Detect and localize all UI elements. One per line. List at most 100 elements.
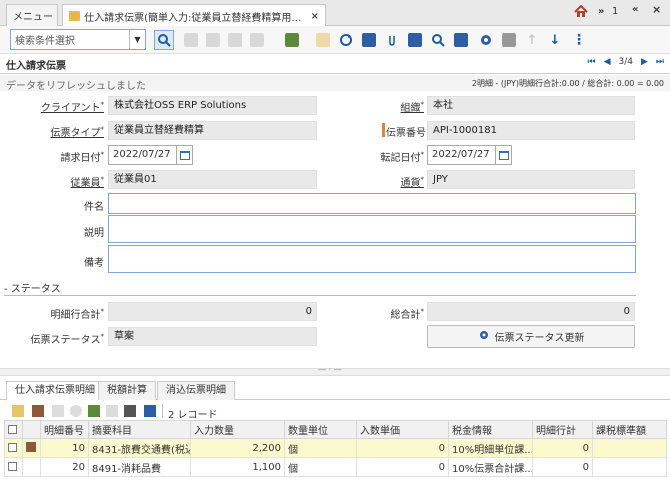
toolbar-divider xyxy=(162,404,163,418)
tab-invoice[interactable]: 仕入請求伝票(簡単入力:従業員立替経費精算用): AP... × xyxy=(62,4,326,27)
delete-icon[interactable] xyxy=(283,31,301,49)
splitter-handle[interactable]: — · — xyxy=(0,365,670,376)
cell-tax-base xyxy=(592,438,667,458)
customize-icon[interactable] xyxy=(124,405,136,417)
grid-toggle-icon[interactable] xyxy=(360,31,378,49)
arrow-up-icon[interactable]: ↑ xyxy=(523,31,541,49)
col-price[interactable]: 入数単価 xyxy=(356,420,449,439)
search-icon[interactable] xyxy=(154,30,174,50)
cell-tax: 10%伝票合計課... xyxy=(448,457,533,477)
search-combo[interactable]: 検索条件選択 ▼ xyxy=(10,29,146,50)
table-row[interactable]: 20 8491-消耗品費 1,100 個 0 10%伝票合計課... 0 xyxy=(4,457,667,477)
chevron-double-up-icon[interactable]: « xyxy=(632,4,638,15)
record-position: 3/4 xyxy=(618,57,633,67)
tab-count: 1 xyxy=(612,6,619,17)
home-icon[interactable] xyxy=(574,4,588,21)
save-line-icon[interactable] xyxy=(52,405,64,417)
col-item[interactable]: 摘要科目 xyxy=(88,420,191,439)
grid-view-icon[interactable] xyxy=(144,405,156,417)
org-label[interactable]: 組織* xyxy=(366,99,425,114)
employee-label[interactable]: 従業員* xyxy=(30,174,105,189)
col-tax[interactable]: 税金情報 xyxy=(448,420,533,439)
detail-toolbar: 2 レコード xyxy=(0,402,670,421)
subject-field[interactable] xyxy=(108,193,636,214)
detail-tab-bar: 仕入請求伝票明細 税額計算 消込伝票明細 xyxy=(0,378,670,401)
window-close-icon[interactable]: × xyxy=(652,3,661,16)
doctype-field[interactable]: 従業員立替経費精算 xyxy=(108,121,317,140)
currency-label[interactable]: 通貨* xyxy=(366,174,425,189)
select-all-checkbox[interactable] xyxy=(4,420,23,439)
col-tax-base[interactable]: 課税標準額 xyxy=(592,420,667,439)
calendar-icon[interactable] xyxy=(176,146,192,164)
org-field[interactable]: 本社 xyxy=(427,96,635,115)
copy-line-icon[interactable] xyxy=(106,405,118,417)
edit-line-icon[interactable] xyxy=(32,405,44,417)
col-line-total[interactable]: 明細行計 xyxy=(532,420,593,439)
subject-label: 件名 xyxy=(84,202,104,213)
description-label: 説明 xyxy=(84,228,104,239)
update-status-button[interactable]: 伝票ステータス更新 xyxy=(427,325,635,348)
new-line-icon[interactable] xyxy=(12,405,24,417)
col-qty[interactable]: 入力数量 xyxy=(190,420,285,439)
delete-line-icon[interactable] xyxy=(88,405,100,417)
tab-close-icon[interactable]: × xyxy=(311,11,319,22)
invdate-field[interactable]: 2022/07/27 xyxy=(108,145,193,165)
row-checkbox[interactable] xyxy=(4,457,23,477)
col-line-no[interactable]: 明細番号 xyxy=(40,420,89,439)
tab-invoice-lines[interactable]: 仕入請求伝票明細 xyxy=(6,381,104,401)
chat-icon[interactable] xyxy=(406,31,424,49)
row-checkbox[interactable] xyxy=(4,438,23,458)
refresh-line-icon[interactable] xyxy=(70,405,82,417)
docno-label: 伝票番号 xyxy=(386,128,426,139)
record-navigation: ⏮ ◀ 3/4 ▶ ⏭ xyxy=(587,57,664,67)
first-record-icon[interactable]: ⏮ xyxy=(587,57,595,67)
page-title: 仕入請求伝票 xyxy=(6,61,66,72)
table-row[interactable]: 10 8431-旅費交通費(税込) 2,200 個 0 10%明細単位課... … xyxy=(4,438,667,458)
arrow-down-icon[interactable]: ↓ xyxy=(546,31,564,49)
invoice-lines-grid: 明細番号 摘要科目 入力数量 数量単位 入数単価 税金情報 明細行計 課税標準額… xyxy=(4,420,667,477)
undo-icon[interactable] xyxy=(314,31,332,49)
save-new-icon[interactable] xyxy=(248,31,266,49)
report-icon[interactable] xyxy=(452,31,470,49)
gear-icon[interactable] xyxy=(477,31,495,49)
cell-price: 0 xyxy=(356,457,449,477)
cell-item: 8431-旅費交通費(税込) xyxy=(88,438,191,458)
refresh-icon[interactable] xyxy=(337,31,355,49)
attachment-icon[interactable] xyxy=(383,31,401,49)
linetotal-label: 明細行合計* xyxy=(50,307,105,321)
employee-field[interactable]: 従業員01 xyxy=(108,170,317,189)
note-field[interactable] xyxy=(108,245,636,273)
invdate-value: 2022/07/27 xyxy=(113,149,171,160)
acctdate-field[interactable]: 2022/07/27 xyxy=(427,145,512,165)
tab-tax[interactable]: 税額計算 xyxy=(98,381,156,400)
chevron-down-icon[interactable]: ▼ xyxy=(129,30,145,49)
previous-record-icon[interactable]: ◀ xyxy=(604,57,611,67)
window-title-bar: 仕入請求伝票 ⏮ ◀ 3/4 ▶ ⏭ xyxy=(0,54,670,74)
last-record-icon[interactable]: ⏭ xyxy=(656,57,664,67)
note-label: 備考 xyxy=(84,258,104,269)
tab-allocation[interactable]: 消込伝票明細 xyxy=(157,381,235,400)
edit-row-icon[interactable] xyxy=(22,438,41,458)
client-field[interactable]: 株式会社OSS ERP Solutions xyxy=(108,96,317,115)
save-icon[interactable] xyxy=(226,31,244,49)
client-label[interactable]: クライアント* xyxy=(30,99,104,114)
copy-icon[interactable] xyxy=(204,31,222,49)
chevron-double-down-icon[interactable]: » xyxy=(598,6,604,17)
col-uom[interactable]: 数量単位 xyxy=(284,420,357,439)
print-icon[interactable] xyxy=(500,31,518,49)
grandtotal-field: 0 xyxy=(427,302,635,321)
cell-qty: 1,100 xyxy=(190,457,285,477)
description-field[interactable] xyxy=(108,215,636,243)
more-vertical-icon[interactable]: ⋮ xyxy=(570,31,588,49)
status-section-title[interactable]: - ステータス xyxy=(4,280,61,295)
new-record-icon[interactable] xyxy=(182,31,200,49)
tab-menu[interactable]: メニュー xyxy=(6,4,58,26)
row-spacer xyxy=(22,457,41,477)
acctdate-value: 2022/07/27 xyxy=(432,149,490,160)
doctype-label[interactable]: 伝票タイプ* xyxy=(30,124,105,139)
calendar-icon[interactable] xyxy=(495,146,511,164)
next-record-icon[interactable]: ▶ xyxy=(641,57,648,67)
docno-field[interactable]: API-1000181 xyxy=(427,121,635,140)
currency-field[interactable]: JPY xyxy=(427,170,635,189)
zoom-icon[interactable] xyxy=(429,31,447,49)
